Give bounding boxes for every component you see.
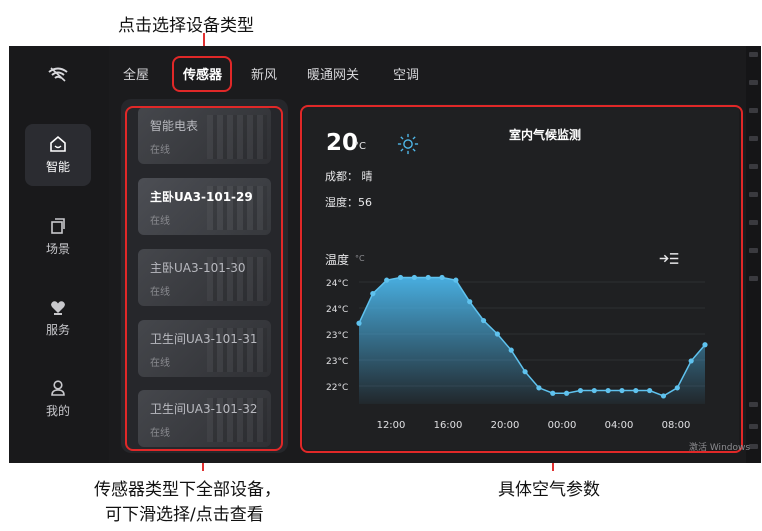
sidebar-item-service[interactable]: 服务 — [25, 287, 91, 349]
heart-icon — [51, 301, 65, 315]
home-icon — [50, 135, 66, 152]
strip-icon — [749, 136, 758, 141]
strip-icon — [749, 164, 758, 169]
strip-icon — [749, 444, 758, 449]
sidebar-item-smart[interactable]: 智能 — [25, 124, 91, 186]
highlight-device-list — [125, 106, 283, 451]
annotation-left-line1: 传感器类型下全部设备， — [94, 480, 281, 500]
sidebar-item-label: 我的 — [45, 404, 70, 418]
scene-icon — [51, 218, 65, 234]
tab-hvac-gateway[interactable]: 暖通网关 — [307, 64, 359, 83]
highlight-sensor-tab — [172, 56, 232, 92]
strip-icon — [749, 402, 758, 407]
wifi-icon — [48, 67, 68, 82]
sidebar-item-scene[interactable]: 场景 — [25, 206, 91, 268]
strip-icon — [749, 192, 758, 197]
user-icon — [51, 380, 65, 396]
annotation-top: 点击选择设备类型 — [118, 16, 254, 36]
tab-fresh-air[interactable]: 新风 — [251, 64, 277, 83]
sidebar-item-label: 智能 — [45, 160, 70, 174]
annotation-left-line2: 可下滑选择/点击查看 — [105, 505, 264, 525]
tab-whole-house[interactable]: 全屋 — [123, 64, 149, 83]
sidebar-item-label: 服务 — [45, 323, 70, 337]
sidebar-item-mine[interactable]: 我的 — [25, 368, 91, 430]
windows-activation-watermark: 激活 Windows — [689, 443, 751, 453]
tab-air-conditioner[interactable]: 空调 — [393, 64, 419, 83]
highlight-climate-panel — [300, 105, 743, 453]
strip-icon — [749, 108, 758, 113]
system-strip — [746, 46, 761, 463]
sidebar-item-label: 场景 — [45, 242, 70, 256]
app-screen: 智能 场景 服务 我的 全屋 传感器 新风 暖通网关 空调 智能电表 在线 主卧… — [9, 46, 761, 463]
strip-icon — [749, 80, 758, 85]
strip-icon — [749, 424, 758, 429]
strip-icon — [749, 276, 758, 281]
strip-icon — [749, 52, 758, 57]
sidebar: 智能 场景 服务 我的 — [9, 46, 109, 463]
strip-icon — [749, 248, 758, 253]
annotation-right: 具体空气参数 — [498, 480, 600, 500]
strip-icon — [749, 220, 758, 225]
